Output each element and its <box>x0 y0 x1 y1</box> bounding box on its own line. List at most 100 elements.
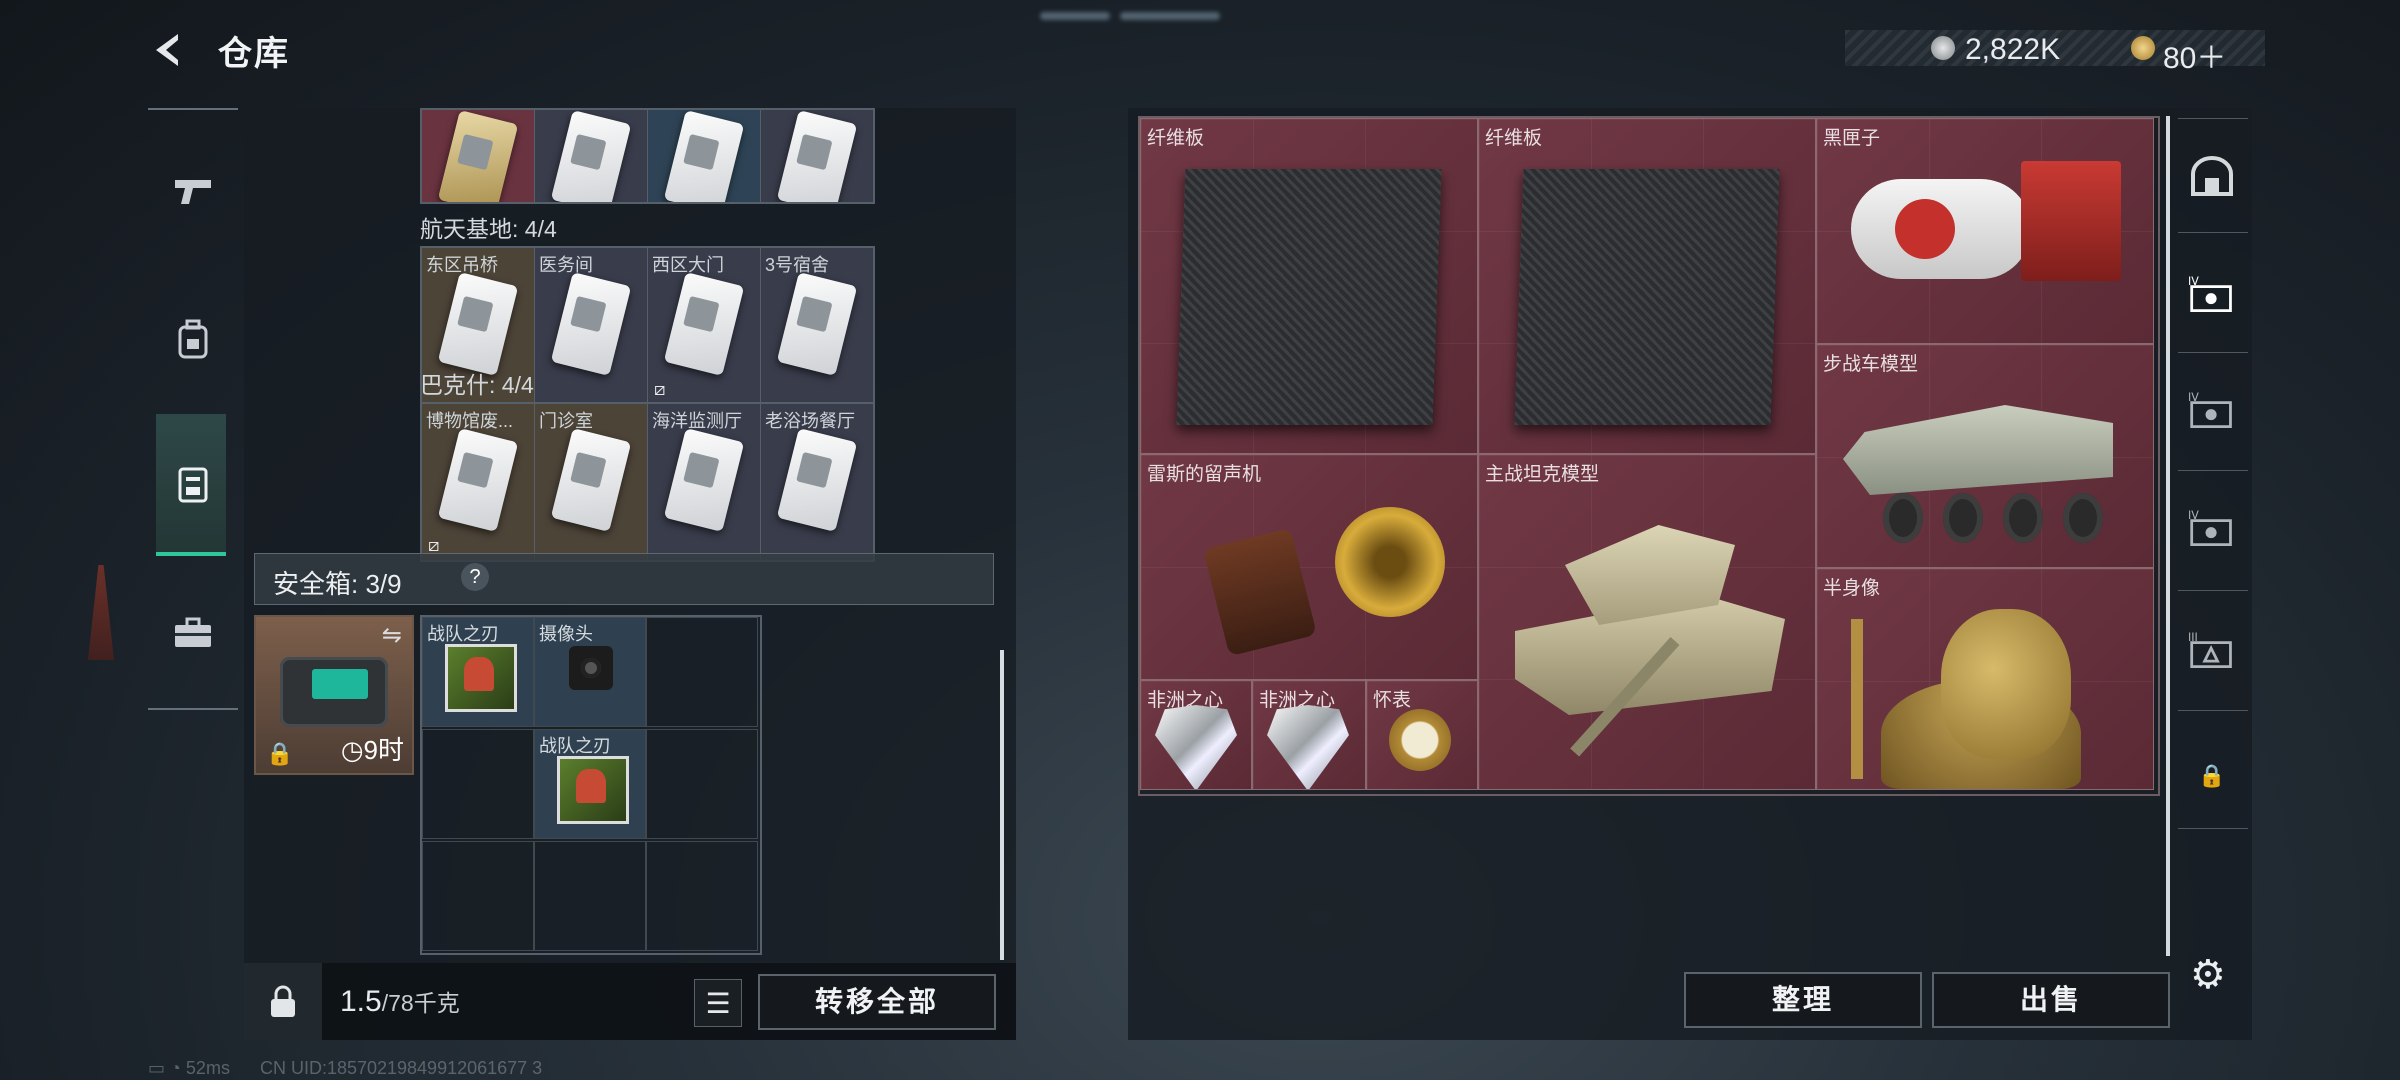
help-icon[interactable]: ? <box>461 563 489 591</box>
item-label: 步战车模型 <box>1823 354 1919 375</box>
safe-empty-slot[interactable] <box>534 841 646 951</box>
wifi-icon: ◔ <box>170 1058 181 1078</box>
safe-item-slot[interactable]: 战队之刃 <box>422 617 534 727</box>
keycard-slot[interactable]: 老浴场餐厅 <box>761 404 873 560</box>
divider <box>2178 590 2248 591</box>
lock-button[interactable] <box>244 963 322 1040</box>
inventory-item[interactable]: 雷斯的留声机 <box>1140 454 1478 680</box>
keycard-slot[interactable] <box>761 110 873 202</box>
bust-image <box>1851 599 2111 789</box>
safe-empty-slot[interactable] <box>422 729 534 839</box>
settings-gear-icon[interactable]: ⚙ <box>2190 952 2226 998</box>
keycard-label: 西区大门 <box>652 255 724 275</box>
list-view-button[interactable]: ☰ <box>694 979 742 1027</box>
safe-empty-slot[interactable] <box>646 729 758 839</box>
black-box-image <box>1851 161 2123 291</box>
inventory-item[interactable]: 纤维板 <box>1478 118 1816 454</box>
keycard-label: 3号宿舍 <box>765 255 830 275</box>
safe-box-device[interactable]: ⇋ 🔒 ◷9时 <box>254 615 414 775</box>
storage-box-iii-icon[interactable]: III <box>2188 626 2236 674</box>
shelter-icon[interactable] <box>2188 152 2236 200</box>
inventory-item[interactable]: 黑匣子 <box>1816 118 2154 344</box>
fiber-board-image <box>1176 169 1442 425</box>
item-label: 战队之刃 <box>539 736 611 756</box>
ceiling-light <box>1120 12 1220 20</box>
container-scrollbar[interactable] <box>2166 116 2170 956</box>
item-label: 黑匣子 <box>1823 128 1881 149</box>
inventory-item[interactable]: 步战车模型 <box>1816 344 2154 568</box>
keycard-slot[interactable]: 西区大门 ⧄ <box>648 248 761 404</box>
safe-item-slot[interactable]: 战队之刃 <box>534 729 646 839</box>
weight-value: 1.5 <box>340 985 382 1018</box>
pistol-icon[interactable] <box>168 166 218 216</box>
keycard-slot[interactable]: 海洋监测厅 <box>648 404 761 560</box>
page-title: 仓库 <box>218 35 290 73</box>
item-label: 雷斯的留声机 <box>1147 464 1262 485</box>
safe-box-timer: ◷9时 <box>341 730 404 767</box>
coin-icon <box>1931 36 1955 60</box>
diamond-image <box>1155 705 1237 789</box>
divider <box>2178 470 2248 471</box>
safe-item-slot[interactable]: 摄像头 <box>534 617 646 727</box>
safe-box-grid: 战队之刃 摄像头 战队之刃 <box>420 615 762 955</box>
currency-bar: 2,822K 80＋ <box>1845 30 2265 75</box>
inventory-item[interactable]: 主战坦克模型 <box>1478 454 1816 790</box>
item-label: 摄像头 <box>539 624 593 644</box>
storage-scrollbar[interactable] <box>1000 650 1004 960</box>
camera-image <box>569 646 613 690</box>
currency-coins: 2,822K <box>1965 33 2061 66</box>
pocket-watch-image <box>1389 709 1451 771</box>
toolbox-icon[interactable] <box>168 608 218 658</box>
inventory-item[interactable]: 纤维板 <box>1140 118 1478 454</box>
divider <box>2178 352 2248 353</box>
keycard-label: 海洋监测厅 <box>652 411 742 431</box>
list-icon: ☰ <box>705 987 731 1019</box>
keycard-label: 博物馆废... <box>426 411 514 431</box>
item-label: 战队之刃 <box>427 624 499 644</box>
storage-box-iv-icon[interactable]: IV <box>2188 270 2236 318</box>
section-title-aerospace-base: 航天基地: 4/4 <box>420 216 557 242</box>
safe-empty-slot[interactable] <box>646 841 758 951</box>
inventory-item[interactable]: 半身像 <box>1816 568 2154 790</box>
safe-empty-slot[interactable] <box>422 841 534 951</box>
sort-button[interactable]: 整理 <box>1684 972 1922 1028</box>
safe-empty-slot[interactable] <box>646 617 758 727</box>
keycard-label: 医务间 <box>539 255 593 275</box>
safe-box-icon[interactable] <box>168 458 218 508</box>
sell-button[interactable]: 出售 <box>1932 972 2170 1028</box>
section-title-bakhsh: 巴克什: 4/4 <box>420 372 534 398</box>
fiber-board-image <box>1514 169 1780 425</box>
item-label: 怀表 <box>1373 690 1412 711</box>
gramophone-image <box>1195 497 1465 657</box>
storage-bottom-bar: 1.5/78千克 ☰ 转移全部 <box>244 963 1016 1040</box>
keycard-slot[interactable] <box>648 110 761 202</box>
divider <box>2178 828 2248 829</box>
keycard-row-top <box>420 108 875 204</box>
gold-coin-icon <box>2131 36 2155 60</box>
transfer-all-button[interactable]: 转移全部 <box>758 974 996 1030</box>
team-blade-book-image <box>557 756 629 824</box>
traffic-cone-decoration <box>88 565 114 660</box>
backpack-icon[interactable] <box>168 314 218 364</box>
keycard-slot[interactable]: 博物馆废... ⧄ <box>422 404 535 560</box>
item-label: 纤维板 <box>1485 128 1543 149</box>
keycard-slot[interactable]: 医务间 <box>535 248 648 404</box>
keycard-slot[interactable] <box>422 110 535 202</box>
storage-box-iv-icon[interactable]: IV <box>2188 504 2236 552</box>
keycard-slot[interactable] <box>535 110 648 202</box>
inventory-item[interactable]: 非洲之心 <box>1252 680 1366 790</box>
system-status-bar: ▭ ◔ 52ms CN UID:18570219849912061677 3 <box>148 1058 542 1079</box>
storage-box-iv-icon[interactable]: IV <box>2188 386 2236 434</box>
inventory-item[interactable]: 非洲之心 <box>1140 680 1252 790</box>
currency-gold[interactable]: 80＋ <box>2163 33 2226 77</box>
inventory-item[interactable]: 怀表 <box>1366 680 1478 790</box>
keycard-row-bakhsh: 博物馆废... ⧄ 门诊室 海洋监测厅 老浴场餐厅 <box>420 402 875 562</box>
padlock-icon <box>271 985 295 1017</box>
battery-icon: ▭ <box>148 1058 166 1078</box>
lock-icon: 🔒 <box>266 741 294 766</box>
keycard-slot[interactable]: 3号宿舍 <box>761 248 873 404</box>
keycard-slot[interactable]: 门诊室 <box>535 404 648 560</box>
swap-icon[interactable]: ⇋ <box>382 621 402 650</box>
team-blade-book-image <box>445 644 517 712</box>
back-arrow-icon[interactable] <box>148 30 188 70</box>
